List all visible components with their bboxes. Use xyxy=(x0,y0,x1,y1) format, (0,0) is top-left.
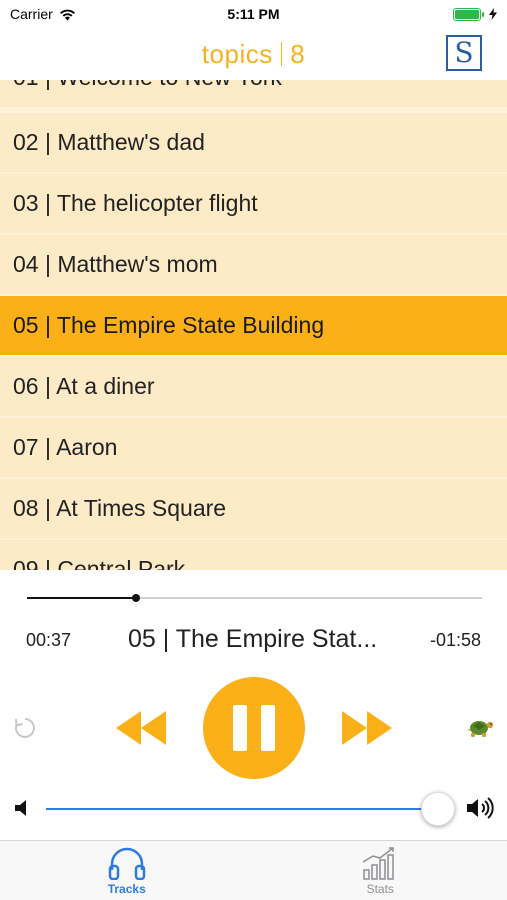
track-row-active[interactable]: 05 | The Empire State Building xyxy=(0,296,507,355)
track-row[interactable]: 03 | The helicopter flight xyxy=(0,174,507,233)
track-label: 08 | At Times Square xyxy=(13,495,227,521)
status-time: 5:11 PM xyxy=(227,6,280,22)
rewind-icon xyxy=(116,711,166,745)
speaker-low-icon xyxy=(15,800,26,816)
track-label: 05 | The Empire State Building xyxy=(13,312,325,338)
rewind-button[interactable] xyxy=(113,708,169,748)
track-label: 09 | Central Park xyxy=(13,556,186,570)
volume-slider-track[interactable] xyxy=(46,808,436,810)
pause-icon-bar-right xyxy=(261,705,275,751)
tab-stats[interactable]: Stats xyxy=(254,841,507,900)
track-label: 07 | Aaron xyxy=(13,434,118,460)
volume-high-button[interactable] xyxy=(464,795,496,821)
app-title-word: topics xyxy=(201,38,273,69)
progress-scrubber[interactable] xyxy=(132,594,140,602)
pause-button[interactable] xyxy=(203,677,305,779)
track-label: 06 | At a diner xyxy=(13,373,155,399)
replay-button[interactable] xyxy=(10,713,40,743)
replay-icon xyxy=(15,718,35,738)
remaining-time: -01:58 xyxy=(429,630,481,650)
headphones-icon xyxy=(108,847,145,880)
track-label: 04 | Matthew's mom xyxy=(13,251,218,277)
status-bar: Carrier 5:11 PM xyxy=(0,0,507,28)
track-row[interactable]: 02 | Matthew's dad xyxy=(0,113,507,172)
fast-forward-icon xyxy=(342,711,392,745)
track-label: 01 | Welcome to New York xyxy=(13,80,282,91)
player-panel: 00:37 05 | The Empire Stat... -01:58 xyxy=(0,570,507,840)
nav-bar: topics 8 S xyxy=(0,28,507,80)
tab-tracks-label: Tracks xyxy=(107,882,146,896)
track-list[interactable]: 01 | Welcome to New York 02 | Matthew's … xyxy=(0,80,507,570)
track-row[interactable]: 04 | Matthew's mom xyxy=(0,235,507,294)
track-label: 02 | Matthew's dad xyxy=(13,129,205,155)
bar-chart-icon xyxy=(362,847,394,880)
track-row[interactable]: 09 | Central Park xyxy=(0,540,507,570)
now-playing-title: 05 | The Empire Stat... xyxy=(128,625,378,653)
title-divider xyxy=(280,42,283,66)
slow-speed-button[interactable] xyxy=(466,712,496,742)
tab-tracks[interactable]: Tracks xyxy=(0,841,254,900)
track-row[interactable]: 06 | At a diner xyxy=(0,357,507,416)
volume-slider-knob[interactable] xyxy=(421,792,455,826)
pause-icon-bar-left xyxy=(233,705,247,751)
volume-low-button[interactable] xyxy=(12,797,34,819)
battery-icon xyxy=(453,7,484,21)
tab-stats-label: Stats xyxy=(366,882,394,896)
speaker-high-icon xyxy=(467,797,494,819)
tab-bar: Tracks Stats xyxy=(0,840,507,900)
logo-letter: S xyxy=(454,36,474,69)
progress-fill xyxy=(27,597,136,599)
logo-button[interactable]: S xyxy=(446,35,482,71)
app-title-number: 8 xyxy=(290,38,306,69)
fast-forward-button[interactable] xyxy=(339,708,395,748)
track-label: 03 | The helicopter flight xyxy=(13,190,258,216)
app-title: topics 8 xyxy=(202,39,305,70)
track-row[interactable]: 01 | Welcome to New York xyxy=(0,80,507,107)
elapsed-time: 00:37 xyxy=(26,630,72,650)
track-row[interactable]: 08 | At Times Square xyxy=(0,479,507,538)
track-row[interactable]: 07 | Aaron xyxy=(0,418,507,477)
turtle-icon xyxy=(467,721,494,737)
app-screen: Carrier 5:11 PM topics 8 S 01 | Welcome … xyxy=(0,0,507,900)
